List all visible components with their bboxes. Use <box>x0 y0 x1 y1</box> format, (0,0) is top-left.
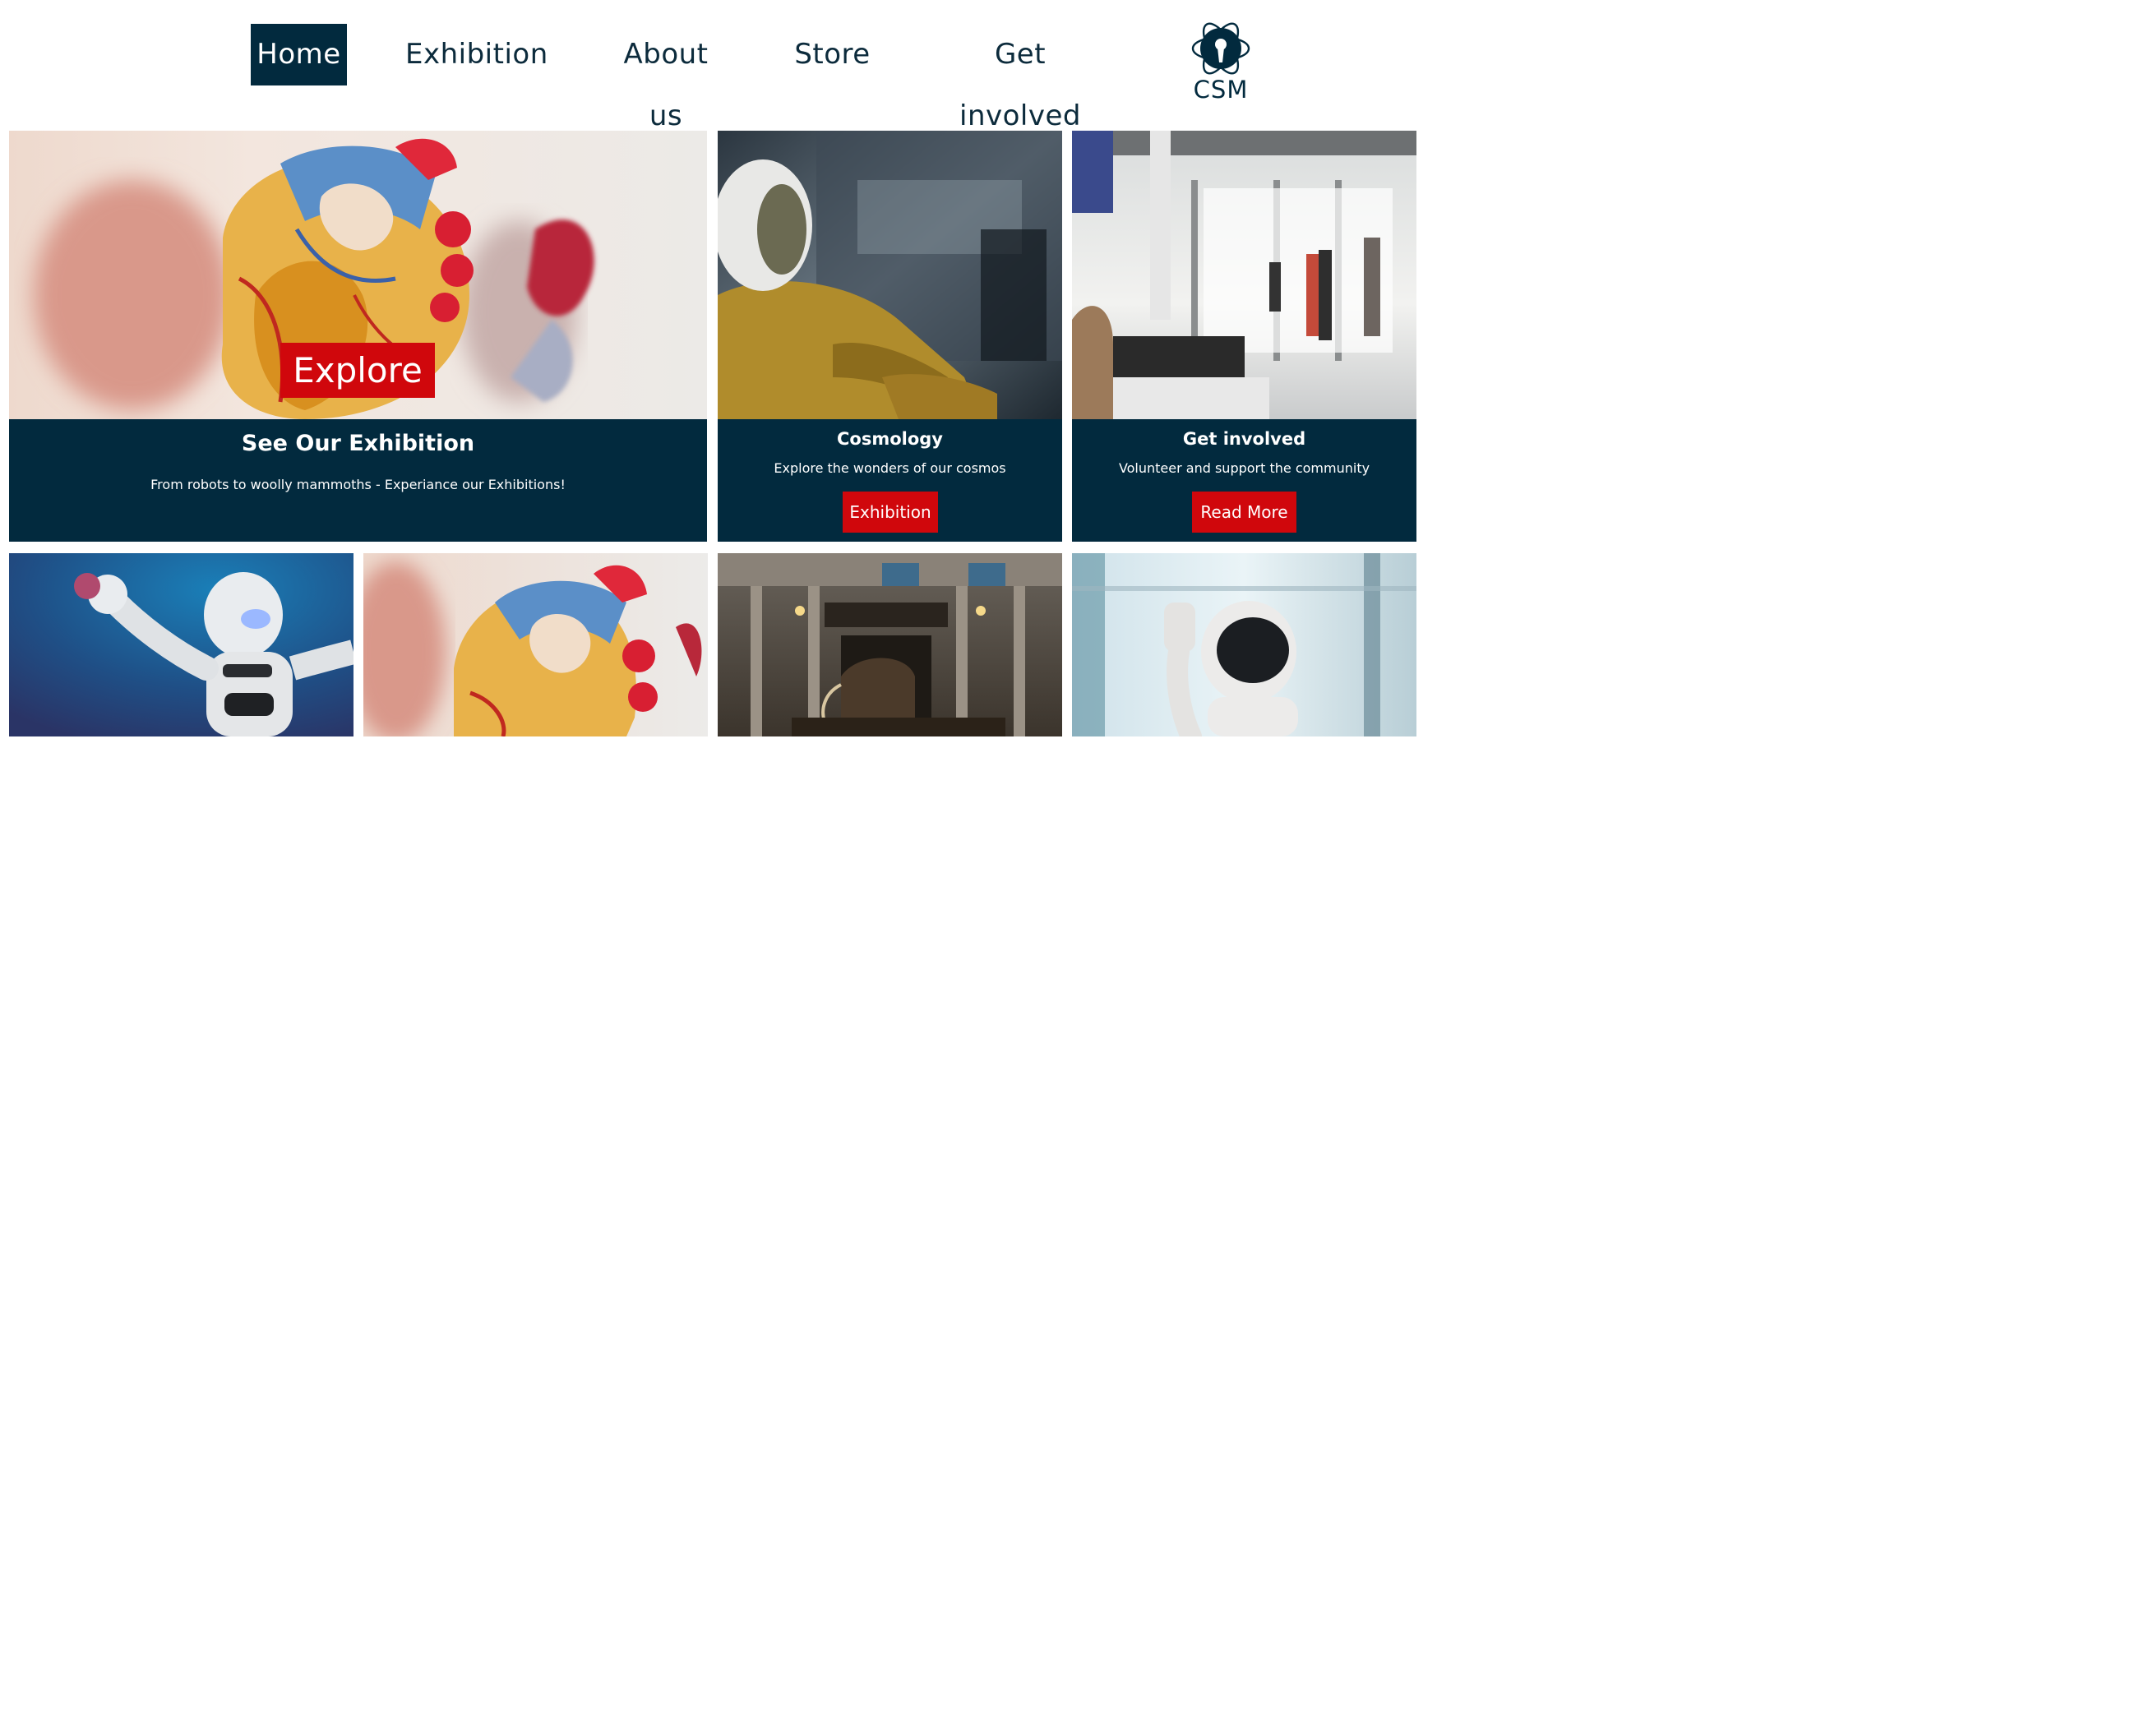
nav-store[interactable]: Store <box>793 24 871 85</box>
gallery-mammoth-tile[interactable] <box>718 553 1062 736</box>
get-involved-subtitle: Volunteer and support the community <box>1118 460 1370 476</box>
gallery-heart-tile[interactable] <box>363 553 708 736</box>
cosmology-image[interactable] <box>718 131 1062 419</box>
nav-home[interactable]: Home <box>251 24 347 85</box>
get-involved-caption: Get involved Volunteer and support the c… <box>1072 419 1416 542</box>
explore-button[interactable]: Explore <box>280 343 435 398</box>
hero-title: See Our Exhibition <box>241 431 475 456</box>
hero-image[interactable]: Explore <box>9 131 707 419</box>
hero-caption: See Our Exhibition From robots to woolly… <box>9 419 707 542</box>
museum-hall-image <box>718 553 1062 736</box>
get-involved-image[interactable] <box>1072 131 1416 419</box>
cosmology-subtitle: Explore the wonders of our cosmos <box>774 460 1006 476</box>
hero-subtitle: From robots to woolly mammoths - Experia… <box>150 477 566 492</box>
nav-exhibition[interactable]: Exhibition <box>405 24 548 85</box>
astronaut-image <box>718 131 1062 419</box>
gallery-robot-tile[interactable] <box>9 553 353 736</box>
nav-about-us[interactable]: About us <box>604 24 728 132</box>
exhibition-button[interactable]: Exhibition <box>843 492 938 533</box>
get-involved-title: Get involved <box>1182 429 1306 449</box>
cosmology-caption: Cosmology Explore the wonders of our cos… <box>718 419 1062 542</box>
humanoid-robot-image <box>1072 553 1416 736</box>
logo-text: CSM <box>1193 76 1249 104</box>
heart-model-image-2 <box>363 553 708 736</box>
cosmology-title: Cosmology <box>837 429 943 449</box>
read-more-button[interactable]: Read More <box>1192 492 1296 533</box>
csm-logo[interactable]: CSM <box>1184 16 1258 107</box>
main-nav: Home Exhibition About us Store Get invol… <box>0 0 2144 132</box>
lobby-image <box>1072 131 1416 419</box>
atom-keyhole-icon <box>1191 22 1250 75</box>
toy-robot-image <box>9 553 353 736</box>
gallery-humanoid-tile[interactable] <box>1072 553 1416 736</box>
nav-get-involved[interactable]: Get involved <box>941 24 1099 132</box>
